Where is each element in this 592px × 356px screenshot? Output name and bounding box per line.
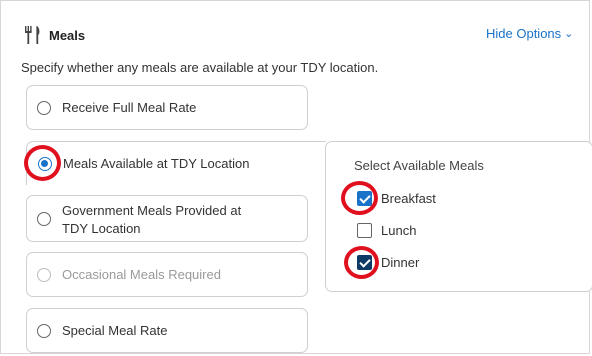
hide-options-link[interactable]: Hide Options ⌄	[486, 26, 573, 41]
hide-options-label: Hide Options	[486, 26, 562, 41]
checkbox[interactable]	[357, 223, 372, 238]
checkbox-checked[interactable]	[357, 191, 372, 206]
option-label: Meals Available at TDY Location	[63, 156, 250, 171]
radio-button[interactable]	[37, 101, 51, 115]
meal-label: Dinner	[381, 255, 420, 270]
option-label: Occasional Meals Required	[62, 267, 221, 282]
meal-label: Lunch	[381, 223, 417, 238]
option-special-meal-rate[interactable]: Special Meal Rate	[26, 308, 308, 353]
fork-knife-icon	[25, 26, 40, 44]
radio-button-disabled	[37, 268, 51, 282]
available-meals-panel: Select Available Meals Breakfast Lunch D…	[325, 141, 592, 292]
option-label: Receive Full Meal Rate	[62, 100, 197, 115]
option-label-line1: Government Meals Provided at	[62, 203, 242, 218]
option-government-meals[interactable]: Government Meals Provided at TDY Locatio…	[26, 195, 308, 242]
option-label: Special Meal Rate	[62, 323, 168, 338]
panel-title: Select Available Meals	[354, 158, 484, 173]
checkbox-checked[interactable]	[357, 255, 372, 270]
option-occasional-meals: Occasional Meals Required	[26, 252, 308, 297]
option-meals-available[interactable]: Meals Available at TDY Location	[26, 141, 326, 185]
option-label-line2: TDY Location	[62, 221, 141, 236]
option-receive-full-meal-rate[interactable]: Receive Full Meal Rate	[26, 85, 308, 130]
chevron-down-icon: ⌄	[564, 28, 574, 40]
section-description: Specify whether any meals are available …	[21, 60, 379, 75]
radio-button-selected[interactable]	[38, 157, 52, 171]
radio-button[interactable]	[37, 324, 51, 338]
meal-label: Breakfast	[381, 191, 436, 206]
meals-card: Meals Hide Options ⌄ Specify whether any …	[0, 0, 592, 354]
section-title: Meals	[49, 28, 86, 43]
radio-button[interactable]	[37, 212, 51, 226]
